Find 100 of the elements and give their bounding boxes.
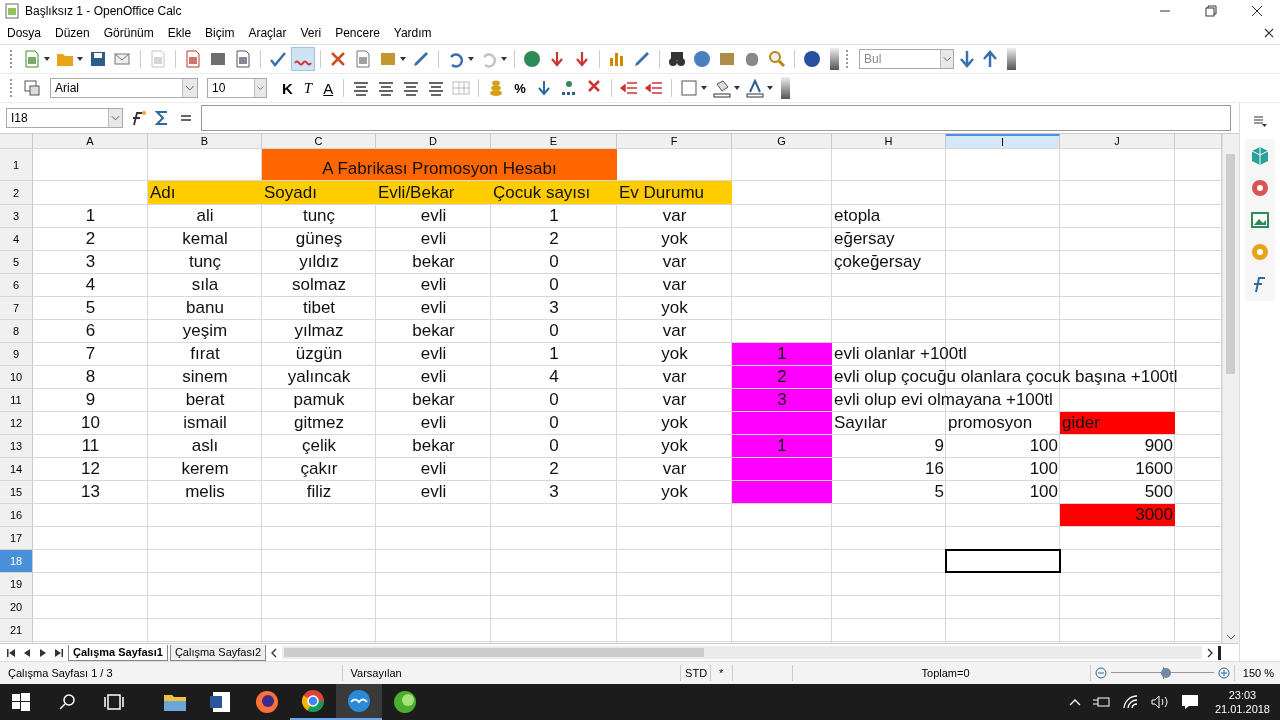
row-header[interactable]: 15 [0, 481, 33, 503]
table-cell: 5 [934, 482, 944, 502]
column-header[interactable]: D [376, 134, 491, 148]
table-cell: var [662, 459, 687, 479]
table-cell: evli [420, 206, 447, 226]
table-cell: 500 [1144, 482, 1173, 502]
row-header[interactable]: 16 [0, 504, 33, 526]
zoom-readout: 150 % [1241, 666, 1275, 681]
column-header[interactable]: E [491, 134, 617, 148]
row-header[interactable]: 1 [0, 149, 33, 180]
row-header[interactable]: 14 [0, 458, 33, 480]
table-cell: banu [186, 298, 224, 318]
font-size-combo-box[interactable]: 10 [207, 78, 267, 98]
column-header[interactable]: H [832, 134, 946, 148]
table-cell: 3 [732, 389, 832, 411]
italic-button[interactable]: T [299, 77, 317, 99]
row-header[interactable]: 17 [0, 527, 33, 549]
row-header[interactable]: 9 [0, 343, 33, 365]
column-header[interactable]: G [732, 134, 832, 148]
sheet-tab[interactable]: Çalışma Sayfası2 [169, 644, 267, 661]
table-cell: 7 [85, 344, 96, 364]
table-cell: yok [661, 229, 688, 249]
table-cell: çokeğersay [834, 252, 921, 272]
column-header[interactable]: I [946, 134, 1060, 148]
menu-item[interactable]: Biçim [205, 26, 235, 40]
table-cell: 12 [81, 459, 100, 479]
table-cell: Sayılar [834, 413, 887, 433]
table-cell: 1 [549, 206, 559, 226]
font-name-combo-box[interactable]: Arial [50, 78, 198, 98]
row-header[interactable]: 10 [0, 366, 33, 388]
table-cell: 8 [85, 367, 96, 387]
row-header[interactable]: 5 [0, 251, 33, 273]
table-cell: 4 [549, 367, 559, 387]
table-cell: 1 [549, 344, 559, 364]
sheet-tab[interactable]: Çalışma Sayfası1 [68, 644, 168, 661]
table-cell: evli [420, 298, 447, 318]
clock-date[interactable]: 21.01.2018 [1214, 702, 1270, 716]
table-cell: eğersay [834, 229, 895, 249]
column-header[interactable]: F [617, 134, 732, 148]
menu-item[interactable]: Ekle [167, 26, 192, 40]
percent-button[interactable]: % [510, 77, 530, 99]
table-cell: berat [185, 390, 225, 410]
menu-item[interactable]: Araçlar [248, 26, 287, 40]
row-header[interactable]: 4 [0, 228, 33, 250]
clock-time[interactable]: 23:03 [1228, 688, 1257, 702]
table-cell: var [662, 252, 687, 272]
menu-item[interactable]: Görünüm [103, 26, 154, 40]
row-header[interactable]: 11 [0, 389, 33, 411]
table-cell: kerem [181, 459, 229, 479]
menu-item[interactable]: Dosya [7, 26, 41, 40]
table-cell: çakır [300, 459, 338, 479]
column-header[interactable]: A [33, 134, 148, 148]
row-header[interactable]: 7 [0, 297, 33, 319]
table-cell: 0 [549, 436, 559, 456]
table-cell: 1 [732, 435, 832, 457]
column-header[interactable]: B [148, 134, 262, 148]
row-header[interactable]: 3 [0, 205, 33, 227]
underline-button[interactable]: A [319, 77, 338, 99]
name-box-combo-box[interactable]: I18 [6, 108, 123, 128]
row-header[interactable]: 12 [0, 412, 33, 434]
table-cell: sinem [182, 367, 228, 387]
table-cell: 11 [81, 436, 100, 456]
table-cell: evli olup çocuğu olanlara çocuk başına +100tl [834, 367, 1178, 387]
row-header[interactable]: 20 [0, 596, 33, 618]
column-header[interactable]: J [1060, 134, 1175, 148]
table-cell: var [662, 206, 687, 226]
table-cell: kemal [182, 229, 228, 249]
table-cell: 3 [549, 482, 559, 502]
row-header[interactable]: 8 [0, 320, 33, 342]
table-cell: 3 [85, 252, 96, 272]
table-cell: ali [196, 206, 214, 226]
table-cell: 16 [925, 459, 944, 479]
table-cell: 1600 [1135, 459, 1173, 479]
table-cell: melis [185, 482, 225, 502]
table-cell: evli [420, 344, 447, 364]
table-cell: tunç [302, 206, 336, 226]
row-header[interactable]: 13 [0, 435, 33, 457]
search-combo-box[interactable]: Bul [859, 49, 954, 69]
row-header[interactable]: 21 [0, 619, 33, 641]
window-title: Başlıksız 1 - OpenOffice Calc [25, 4, 182, 18]
menu-item[interactable]: Düzen [55, 26, 90, 40]
table-cell: aslı [191, 436, 219, 456]
row-header[interactable]: 6 [0, 274, 33, 296]
column-header[interactable]: C [262, 134, 376, 148]
table-cell: evli olup evi olmayana +100tl [834, 390, 1053, 410]
table-cell: sıla [191, 275, 219, 295]
row-header[interactable]: 19 [0, 573, 33, 595]
table-cell: Adı [148, 181, 262, 204]
table-cell: yok [661, 482, 688, 502]
table-cell: 2 [732, 366, 832, 388]
table-cell: 0 [549, 275, 559, 295]
menu-item[interactable]: Yardım [393, 26, 432, 40]
bold-button[interactable]: K [278, 77, 297, 99]
menu-item[interactable]: Pencere [335, 26, 380, 40]
selection-mode: STD [681, 665, 711, 681]
table-cell: var [662, 390, 687, 410]
menu-item[interactable]: Veri [300, 26, 322, 40]
table-cell: 2 [85, 229, 96, 249]
table-cell: etopla [834, 206, 881, 226]
row-header[interactable]: 2 [0, 181, 33, 204]
